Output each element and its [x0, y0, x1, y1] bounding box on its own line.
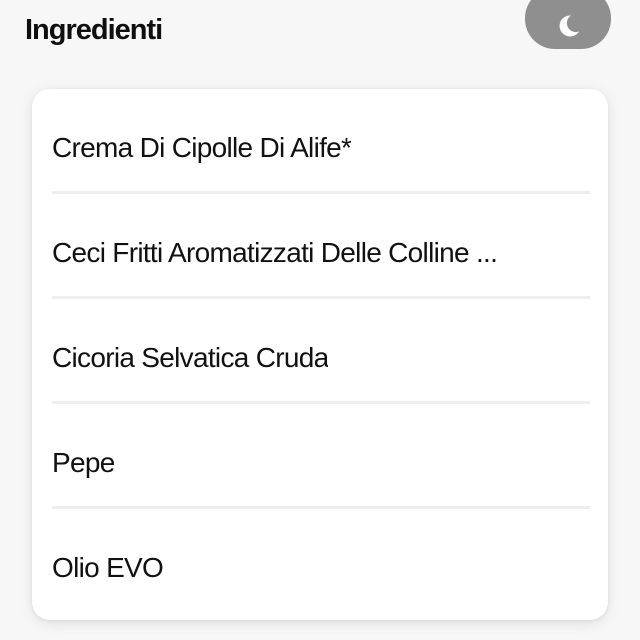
ingredient-item[interactable]: Olio EVO: [32, 509, 608, 614]
ingredient-label: Pepe: [52, 446, 115, 478]
dark-mode-toggle[interactable]: [525, 0, 611, 49]
ingredient-list: Crema Di Cipolle Di Alife* Ceci Fritti A…: [32, 89, 608, 620]
ingredient-item[interactable]: Crema Di Cipolle Di Alife*: [32, 89, 608, 194]
ingredient-label: Cicoria Selvatica Cruda: [52, 341, 329, 373]
ingredient-item[interactable]: Cicoria Selvatica Cruda: [32, 299, 608, 404]
ingredient-label: Crema Di Cipolle Di Alife*: [52, 131, 352, 163]
ingredient-item[interactable]: Pepe: [32, 404, 608, 509]
ingredient-label: Ceci Fritti Aromatizzati Delle Colline .…: [52, 236, 498, 268]
ingredient-label: Olio EVO: [52, 551, 164, 583]
moon-icon: [555, 13, 581, 39]
ingredients-card: Crema Di Cipolle Di Alife* Ceci Fritti A…: [32, 89, 608, 620]
page-title: Ingredienti: [25, 14, 163, 46]
ingredient-item[interactable]: Ceci Fritti Aromatizzati Delle Colline .…: [32, 194, 608, 299]
